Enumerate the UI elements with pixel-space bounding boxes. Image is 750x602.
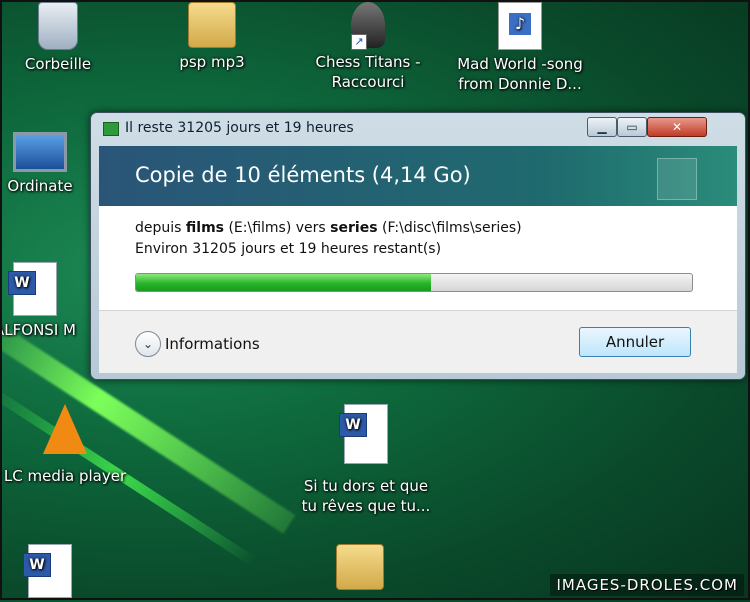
dialog-title: Il reste 31205 jours et 19 heures (125, 120, 354, 136)
shortcut-arrow-icon: ↗ (351, 34, 367, 50)
desktop-icon-si-tu-dors[interactable]: W Si tu dors et que tu rêves que tu... (296, 404, 436, 516)
desktop-icon-label: Si tu dors et que tu rêves que tu... (301, 477, 431, 515)
chevron-down-icon: ⌄ (135, 331, 161, 357)
close-icon: ✕ (671, 120, 683, 134)
copy-progress-dialog: Il reste 31205 jours et 19 heures ▁ ▭ ✕ … (90, 112, 746, 380)
from-prefix: depuis (135, 220, 182, 236)
decorative-glass-panel (657, 158, 697, 200)
chess-titans-icon: ↗ (351, 2, 385, 50)
word-document-icon: W (339, 404, 388, 464)
desktop-icon-psp-mp3[interactable]: psp mp3 (142, 2, 282, 72)
desktop-icon-label: psp mp3 (179, 53, 245, 71)
desktop-icon-label: Mad World -song from Donnie D... (457, 55, 583, 93)
source-path: (E:\films) (228, 220, 292, 236)
folder-icon (336, 544, 384, 590)
folder-icon (188, 2, 236, 48)
time-remaining: Environ 31205 jours et 19 heures restant… (135, 241, 442, 257)
maximize-icon: ▭ (626, 120, 638, 134)
dialog-header: Copie de 10 éléments (4,14 Go) (99, 146, 737, 206)
source-folder-name[interactable]: films (186, 220, 224, 236)
desktop-icon-label: Ordinate (7, 177, 73, 195)
desktop-icon-folder-bottom[interactable] (290, 544, 430, 594)
desktop-icon-label: ALFONSI M (0, 321, 76, 339)
dialog-content: depuis films (E:\films) vers series (F:\… (99, 206, 737, 310)
desktop-icon-vlc[interactable]: LC media player (0, 402, 140, 486)
copy-window-icon (103, 122, 119, 136)
desktop-icon-alfonsi[interactable]: W ALFONSI M (0, 262, 100, 340)
to-word: vers (295, 220, 326, 236)
close-button[interactable]: ✕ (647, 117, 707, 137)
progress-fill (136, 274, 431, 291)
copy-progress-bar (135, 273, 693, 292)
site-watermark: IMAGES-DROLES.COM (550, 574, 744, 596)
dest-folder-name[interactable]: series (330, 220, 377, 236)
minimize-icon: ▁ (597, 120, 607, 134)
desktop-icon-document-bottom[interactable]: W (0, 544, 110, 602)
recycle-bin-icon (38, 2, 78, 50)
dialog-footer: ⌄ Informations Annuler (99, 310, 737, 373)
desktop-icon-chess-titans[interactable]: ↗ Chess Titans - Raccourci (298, 2, 438, 92)
dialog-titlebar[interactable]: Il reste 31205 jours et 19 heures ▁ ▭ ✕ (91, 113, 745, 143)
computer-icon (13, 132, 67, 172)
word-document-icon: W (23, 544, 72, 598)
copy-source-dest-line: depuis films (E:\films) vers series (F:\… (135, 220, 522, 236)
desktop-icon-label: Corbeille (24, 55, 92, 73)
vlc-cone-icon (43, 404, 87, 454)
cancel-button[interactable]: Annuler (579, 327, 691, 357)
minimize-button[interactable]: ▁ (587, 117, 617, 137)
information-label: Informations (165, 335, 260, 353)
media-file-icon: ♪ (498, 2, 542, 50)
desktop-icon-label: LC media player (3, 467, 127, 485)
desktop-icon-mad-world[interactable]: ♪ Mad World -song from Donnie D... (450, 2, 590, 94)
dest-path: (F:\disc\films\series) (381, 220, 522, 236)
copy-heading: Copie de 10 éléments (4,14 Go) (135, 163, 471, 187)
word-document-icon: W (8, 262, 57, 316)
desktop-icon-recycle-bin[interactable]: Corbeille (0, 2, 128, 74)
maximize-button[interactable]: ▭ (617, 117, 647, 137)
desktop-icon-computer[interactable]: Ordinate (0, 132, 100, 196)
more-information-toggle[interactable]: ⌄ Informations (135, 331, 260, 357)
desktop-icon-label: Chess Titans - Raccourci (315, 53, 421, 91)
